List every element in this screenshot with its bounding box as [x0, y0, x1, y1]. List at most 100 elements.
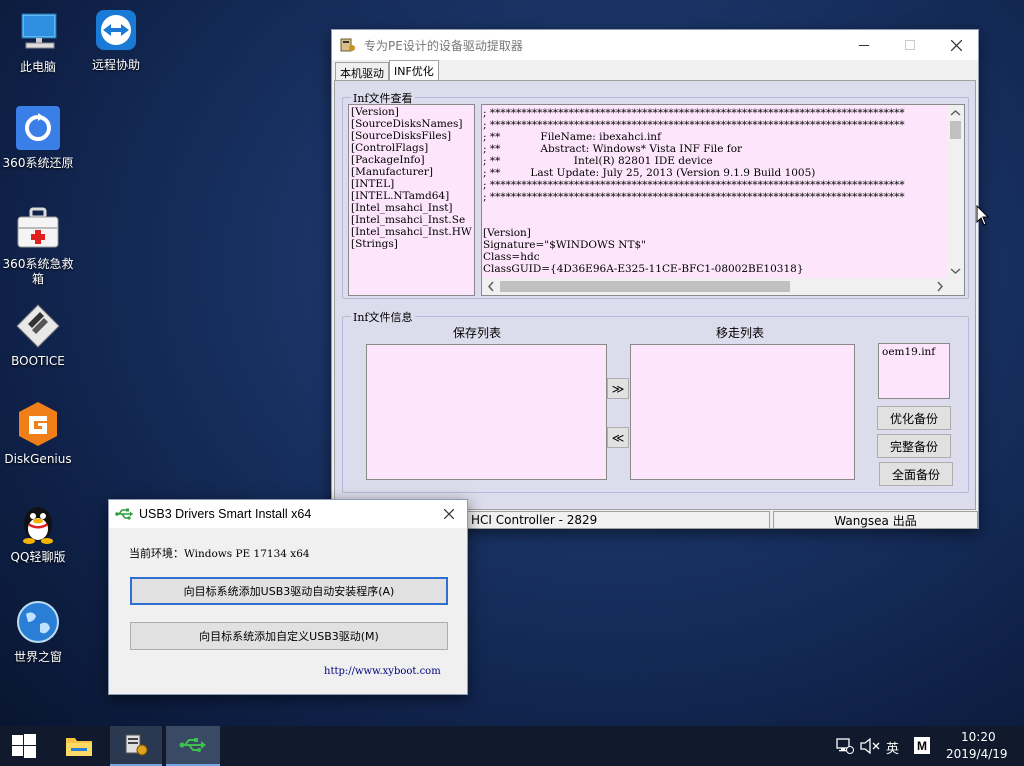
- close-icon: [444, 509, 454, 519]
- ime-indicator[interactable]: 英: [886, 738, 899, 757]
- move-list[interactable]: [630, 344, 855, 480]
- desktop-icon-remote-assist[interactable]: 远程协助: [78, 6, 154, 73]
- restore-icon: [16, 106, 60, 150]
- full-backup-button[interactable]: 全面备份: [879, 462, 953, 486]
- add-usb3-auto-install-button[interactable]: 向目标系统添加USB3驱动自动安装程序(A): [130, 577, 448, 605]
- complete-backup-button[interactable]: 完整备份: [877, 434, 951, 458]
- bootice-icon: [16, 304, 60, 348]
- driver-extractor-window: 专为PE设计的设备驱动提取器 本机驱动 INF优化 Inf文件查看 [Versi…: [331, 29, 979, 529]
- inf-section-item[interactable]: [INTEL]: [351, 178, 472, 190]
- oem-inf-list[interactable]: oem19.inf: [878, 343, 950, 399]
- move-left-button[interactable]: ≪: [607, 427, 629, 448]
- clock-time[interactable]: 10:20: [961, 730, 996, 744]
- env-value: Windows PE 17134 x64: [184, 548, 310, 560]
- dialog-titlebar[interactable]: USB3 Drivers Smart Install x64: [109, 500, 467, 528]
- status-device-text: HCI Controller - 2829: [471, 513, 598, 527]
- horizontal-scroll-thumb[interactable]: [500, 281, 790, 292]
- app-icon: [340, 38, 355, 52]
- vertical-scroll-thumb[interactable]: [950, 121, 961, 139]
- windows-logo-icon: [12, 734, 36, 758]
- inf-view-group: Inf文件查看 [Version] [SourceDisksNames] [Sour…: [342, 90, 969, 299]
- first-aid-icon: [17, 207, 59, 248]
- save-list[interactable]: [366, 344, 607, 480]
- desktop-icon-label: 此电脑: [19, 60, 56, 74]
- window-titlebar[interactable]: 专为PE设计的设备驱动提取器: [332, 30, 978, 60]
- status-bar-right: Wangsea 出品: [773, 511, 978, 529]
- scroll-down-icon[interactable]: [947, 265, 964, 277]
- inf-section-item[interactable]: [PackageInfo]: [351, 154, 472, 166]
- status-credit-text: Wangsea 出品: [834, 513, 917, 528]
- desktop-icon-bootice[interactable]: BOOTICE: [0, 302, 76, 369]
- dialog-close-button[interactable]: [431, 500, 467, 528]
- scroll-left-icon[interactable]: [484, 278, 498, 295]
- desktop-icon-this-pc[interactable]: 此电脑: [0, 8, 76, 75]
- inf-info-group-label: Inf文件信息: [351, 309, 415, 325]
- inf-section-list[interactable]: [Version] [SourceDisksNames] [SourceDisksF…: [348, 104, 475, 296]
- taskbar-file-explorer[interactable]: [56, 726, 102, 766]
- computer-icon: [21, 13, 57, 49]
- add-custom-usb3-driver-button[interactable]: 向目标系统添加自定义USB3驱动(M): [130, 622, 448, 650]
- network-icon[interactable]: [836, 738, 854, 754]
- taskbar: 英 M 10:20 2019/4/19: [0, 726, 1024, 766]
- taskbar-usb3-install[interactable]: [166, 726, 220, 766]
- inf-content-line: ; ** Intel(R) 82801 IDE device: [483, 155, 713, 167]
- horizontal-scrollbar[interactable]: [482, 278, 949, 295]
- inf-section-item[interactable]: [SourceDisksFiles]: [351, 130, 472, 142]
- mouse-cursor-icon: [976, 205, 990, 226]
- desktop-icon-label: DiskGenius: [4, 452, 72, 466]
- xyboot-link[interactable]: http://www.xyboot.com: [324, 666, 441, 677]
- inf-section-item[interactable]: [Version]: [351, 106, 472, 118]
- inf-content-line: ; ** Last Update: July 25, 2013 (Version…: [483, 167, 816, 179]
- inf-content-line: [483, 203, 949, 215]
- clock-date[interactable]: 2019/4/19: [946, 747, 1008, 761]
- usb-icon: [179, 738, 206, 752]
- desktop-icon-360-restore[interactable]: 360系统还原: [0, 104, 76, 171]
- move-list-label: 移走列表: [716, 326, 765, 340]
- inf-info-group: Inf文件信息 保存列表 移走列表 ≫ ≪ oem19.inf 优化备份 完整备…: [342, 309, 969, 493]
- inf-section-item[interactable]: [INTEL.NTamd64]: [351, 190, 472, 202]
- maximize-icon: [905, 40, 915, 50]
- inf-section-item[interactable]: [SourceDisksNames]: [351, 118, 472, 130]
- desktop-icon-theworld[interactable]: 世界之窗: [0, 598, 76, 665]
- move-right-button[interactable]: ≫: [607, 378, 629, 399]
- taskbar-driver-extractor[interactable]: [110, 726, 162, 766]
- scroll-right-icon[interactable]: [933, 278, 947, 295]
- inf-content-text: ; **************************************…: [483, 107, 949, 275]
- desktop-icon-diskgenius[interactable]: DiskGenius: [0, 400, 76, 467]
- desktop-icon-qq[interactable]: QQ轻聊版: [0, 498, 76, 565]
- inf-section-item[interactable]: [Intel_msahci_Inst.HW: [351, 226, 472, 238]
- tab-panel: Inf文件查看 [Version] [SourceDisksNames] [Sour…: [334, 80, 976, 510]
- folder-icon: [66, 738, 92, 756]
- diskgenius-icon: [19, 402, 57, 446]
- close-button[interactable]: [933, 30, 979, 60]
- optimize-backup-button[interactable]: 优化备份: [877, 406, 951, 430]
- inf-content-line: ; ** Abstract: Windows* Vista INF File f…: [483, 143, 743, 155]
- scroll-up-icon[interactable]: [947, 107, 964, 119]
- maximize-button[interactable]: [887, 30, 933, 60]
- teamviewer-icon: [96, 10, 136, 50]
- usb-icon: [115, 508, 133, 520]
- env-line: 当前环境：Windows PE 17134 x64: [129, 545, 310, 561]
- inf-content-line: Signature="$WINDOWS NT$": [483, 239, 646, 251]
- inf-content-line: ; **************************************…: [483, 179, 905, 191]
- driver-app-icon: [125, 734, 148, 756]
- inf-section-item[interactable]: [ControlFlags]: [351, 142, 472, 154]
- save-list-label: 保存列表: [453, 326, 502, 340]
- desktop-icon-label: 360系统还原: [2, 156, 74, 170]
- inf-section-item[interactable]: [Intel_msahci_Inst.Se: [351, 214, 472, 226]
- inf-section-item[interactable]: [Strings]: [351, 238, 472, 250]
- minimize-button[interactable]: [841, 30, 887, 60]
- desktop-icon-label: 远程协助: [91, 58, 140, 72]
- inf-content-line: ; **************************************…: [483, 119, 905, 131]
- window-title: 专为PE设计的设备驱动提取器: [364, 38, 523, 53]
- volume-mute-icon[interactable]: [860, 738, 880, 754]
- oem-inf-item[interactable]: oem19.inf: [882, 346, 946, 358]
- vertical-scrollbar[interactable]: [947, 105, 964, 279]
- desktop-icon-360-firstaid[interactable]: 360系统急救箱: [0, 205, 76, 287]
- inf-section-item[interactable]: [Manufacturer]: [351, 166, 472, 178]
- inf-content-viewer[interactable]: ; **************************************…: [481, 104, 965, 296]
- start-button[interactable]: [0, 726, 48, 766]
- inf-section-item[interactable]: [Intel_msahci_Inst]: [351, 202, 472, 214]
- qq-icon: [23, 507, 53, 544]
- ime-mode-badge[interactable]: M: [914, 737, 930, 754]
